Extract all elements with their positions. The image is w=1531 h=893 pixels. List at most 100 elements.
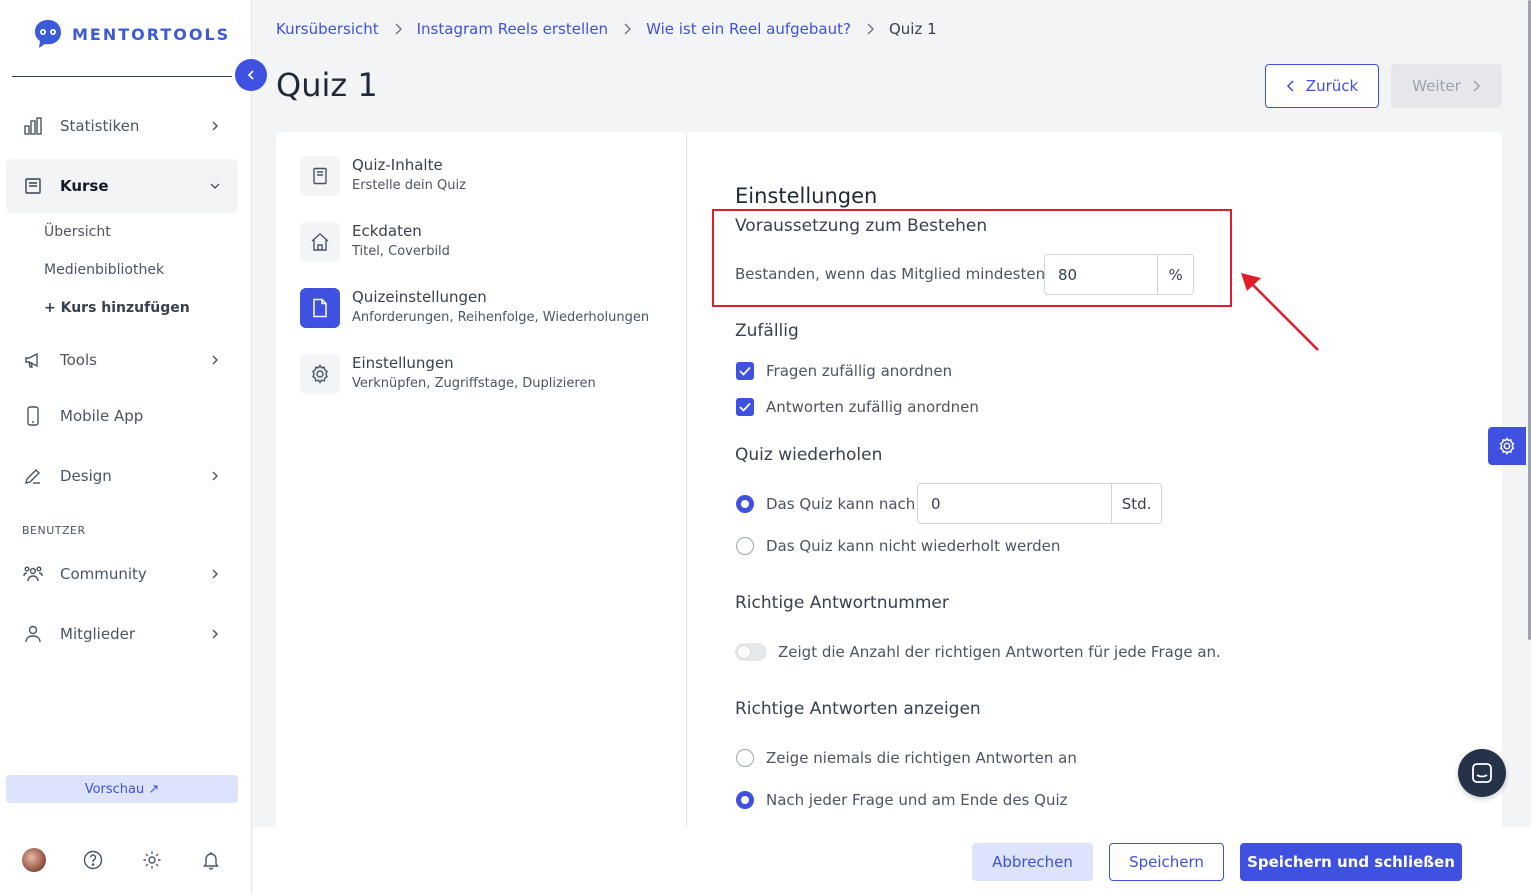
settings-heading: Einstellungen: [735, 184, 878, 208]
shuffle-questions-label: Fragen zufällig anordnen: [766, 362, 953, 380]
chevron-right-icon: [210, 121, 220, 131]
megaphone-icon: [22, 349, 44, 371]
step-eckdaten[interactable]: Eckdaten Titel, Coverbild: [300, 222, 450, 262]
chevron-right-icon: [622, 23, 632, 35]
repeat-after-label: Das Quiz kann nach: [766, 495, 916, 513]
chevron-right-icon: [210, 629, 220, 639]
page-title: Quiz 1: [276, 66, 378, 104]
logo[interactable]: MENTORTOOLS: [32, 18, 230, 50]
book-icon: [22, 175, 44, 197]
correct-number-label: Zeigt die Anzahl der richtigen Antworten…: [778, 643, 1221, 661]
document-icon: [300, 288, 340, 328]
breadcrumb-current: Quiz 1: [888, 20, 937, 38]
breadcrumb: Kursübersicht Instagram Reels erstellen …: [276, 20, 937, 38]
random-title: Zufällig: [735, 321, 799, 341]
sidebar: MENTORTOOLS Statistiken Kurse Übersicht …: [0, 0, 252, 893]
correct-number-toggle[interactable]: [735, 643, 767, 661]
chevron-right-icon: [865, 23, 875, 35]
divider: [686, 132, 687, 832]
step-quizeinstellungen[interactable]: Quizeinstellungen Anforderungen, Reihenfo…: [300, 288, 649, 328]
back-button-label: Zurück: [1305, 77, 1359, 95]
divider: [12, 76, 232, 77]
repeat-hours-input[interactable]: 0: [918, 484, 1113, 523]
hours-unit: Std.: [1112, 484, 1161, 523]
chat-icon: [1471, 762, 1493, 784]
save-and-close-button[interactable]: Speichern und schließen: [1240, 843, 1462, 881]
no-repeat-label: Das Quiz kann nicht wiederholt werden: [766, 537, 1061, 555]
chevron-right-icon: [210, 471, 220, 481]
chat-button[interactable]: [1458, 749, 1506, 797]
breadcrumb-link[interactable]: Wie ist ein Reel aufgebaut?: [646, 20, 851, 38]
never-show-label: Zeige niemals die richtigen Antworten an: [766, 749, 1077, 767]
after-each-question-radio[interactable]: [736, 791, 754, 809]
sidebar-item-label: Design: [60, 467, 112, 485]
logo-text: MENTORTOOLS: [72, 24, 231, 44]
sidebar-footer: [0, 848, 252, 874]
step-subtitle: Anforderungen, Reihenfolge, Wiederholung…: [352, 310, 650, 325]
no-repeat-radio[interactable]: [736, 537, 754, 555]
sidebar-item-mitglieder[interactable]: Mitglieder: [6, 607, 238, 661]
step-title: Quiz-Inhalte: [352, 156, 443, 174]
sidebar-item-community[interactable]: Community: [6, 547, 238, 601]
settings-float-button[interactable]: [1488, 427, 1526, 465]
sidebar-item-design[interactable]: Design: [6, 449, 238, 503]
sidebar-item-kurse[interactable]: Kurse: [6, 159, 238, 213]
sidebar-item-mobile-app[interactable]: Mobile App: [6, 389, 238, 443]
breadcrumb-link[interactable]: Kursübersicht: [276, 20, 379, 38]
cancel-button[interactable]: Abbrechen: [972, 843, 1093, 881]
step-title: Einstellungen: [352, 354, 454, 372]
sidebar-item-label: Mobile App: [60, 407, 144, 425]
bell-icon[interactable]: [199, 848, 223, 872]
save-button[interactable]: Speichern: [1109, 843, 1224, 881]
sidebar-item-label: Mitglieder: [60, 625, 135, 643]
step-title: Quizeinstellungen: [352, 288, 487, 306]
sidebar-subitem-medienbibliothek[interactable]: Medienbibliothek: [44, 262, 164, 278]
user-icon: [22, 623, 44, 645]
next-button[interactable]: Weiter: [1391, 64, 1502, 108]
avatar[interactable]: [22, 848, 46, 872]
highlight-annotation-box: [712, 209, 1232, 307]
repeat-hours-input-group: 0 Std.: [917, 483, 1162, 524]
sidebar-item-tools[interactable]: Tools: [6, 333, 238, 387]
step-einstellungen[interactable]: Einstellungen Verknüpfen, Zugriffstage, D…: [300, 354, 596, 394]
bar-chart-icon: [22, 115, 44, 137]
pencil-icon: [22, 465, 44, 487]
sidebar-item-label: Community: [60, 565, 147, 583]
show-correct-title: Richtige Antworten anzeigen: [735, 699, 981, 719]
shuffle-answers-checkbox[interactable]: [736, 398, 754, 416]
sidebar-subitem-uebersicht[interactable]: Übersicht: [44, 224, 111, 240]
shuffle-answers-label: Antworten zufällig anordnen: [766, 398, 979, 416]
step-subtitle: Titel, Coverbild: [352, 244, 450, 259]
repeat-title: Quiz wiederholen: [735, 445, 883, 465]
toggle-knob: [738, 646, 750, 658]
sidebar-item-label: Statistiken: [60, 117, 140, 135]
gear-icon[interactable]: [140, 848, 164, 872]
chevron-left-icon: [1286, 80, 1296, 92]
step-subtitle: Erstelle dein Quiz: [352, 178, 466, 193]
gear-icon: [1498, 437, 1516, 455]
never-show-radio[interactable]: [736, 749, 754, 767]
chevron-right-icon: [393, 23, 403, 35]
chevron-down-icon: [210, 181, 220, 191]
breadcrumb-link[interactable]: Instagram Reels erstellen: [417, 20, 608, 38]
chevron-right-icon: [210, 355, 220, 365]
sidebar-item-label: Tools: [60, 351, 97, 369]
gear-icon: [300, 354, 340, 394]
collapse-sidebar-button[interactable]: [235, 59, 267, 91]
sidebar-item-label: Kurse: [60, 177, 109, 195]
repeat-after-radio[interactable]: [736, 495, 754, 513]
help-icon[interactable]: [81, 848, 105, 872]
chevron-left-icon: [245, 69, 257, 81]
step-quiz-inhalte[interactable]: Quiz-Inhalte Erstelle dein Quiz: [300, 156, 466, 196]
chevron-right-icon: [1471, 80, 1481, 92]
sidebar-item-statistiken[interactable]: Statistiken: [6, 99, 238, 153]
sidebar-subitem-add-course[interactable]: + Kurs hinzufügen: [44, 300, 190, 316]
chevron-right-icon: [210, 569, 220, 579]
back-button[interactable]: Zurück: [1265, 64, 1379, 108]
home-icon: [300, 222, 340, 262]
shuffle-questions-checkbox[interactable]: [736, 362, 754, 380]
preview-button[interactable]: Vorschau ↗: [6, 775, 238, 803]
arrow-annotation-icon: [1241, 273, 1319, 351]
section-label-benutzer: BENUTZER: [22, 524, 86, 537]
book-icon: [300, 156, 340, 196]
